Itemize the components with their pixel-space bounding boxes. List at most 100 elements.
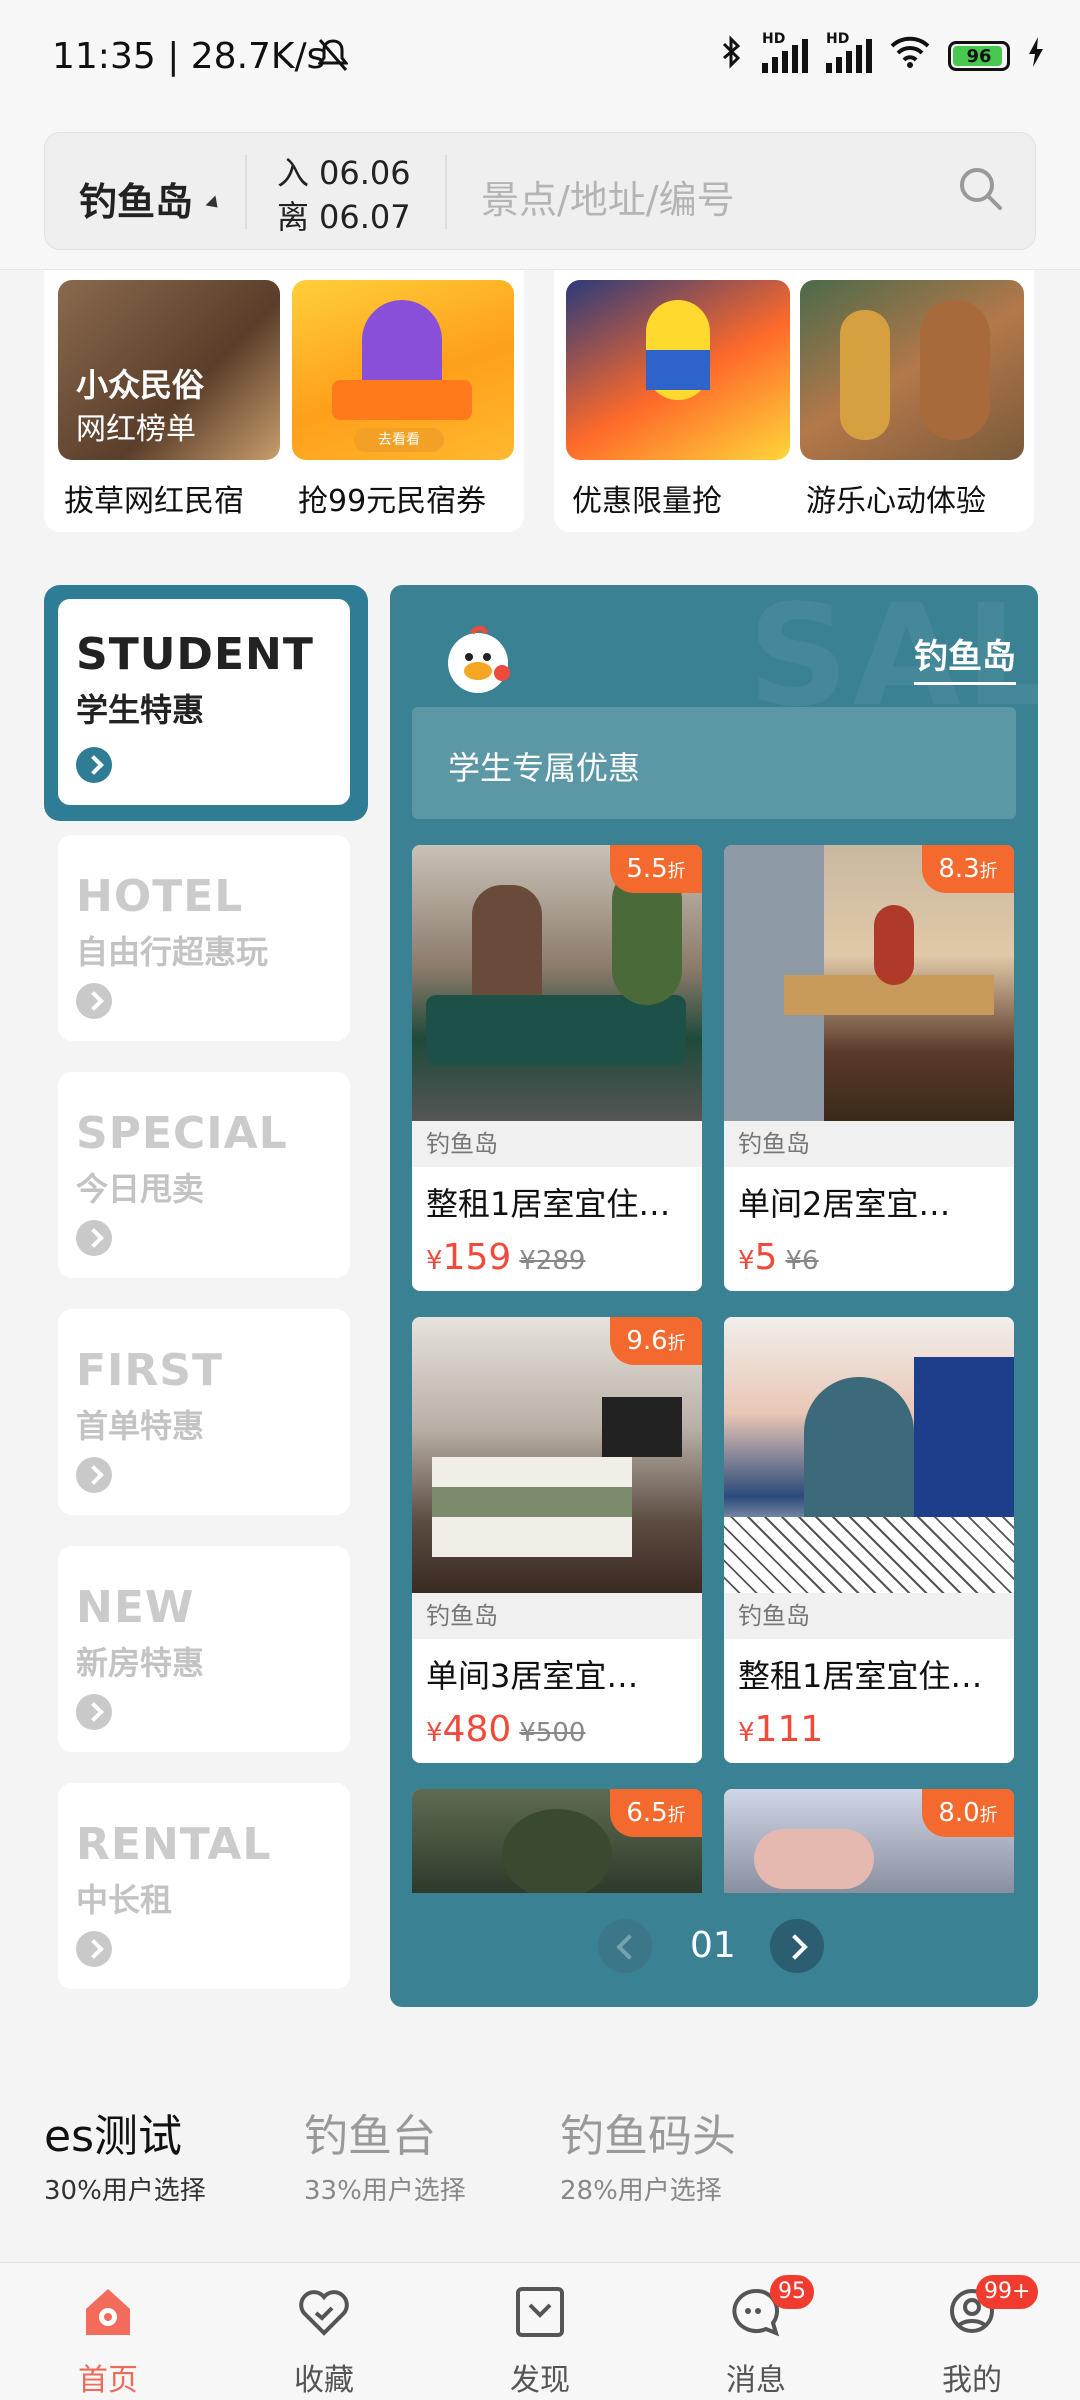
card-group-left: 小众民俗 网红榜单 去看看 拔草网红民宿 抢99元民宿券: [44, 270, 524, 532]
search-icon[interactable]: [957, 165, 1003, 211]
nav-item-en: HOTEL: [76, 871, 244, 922]
destination-tabs: es测试 30%用户选择 钓鱼台 33%用户选择 钓鱼码头 28%用户选择: [0, 2100, 1080, 2220]
product-card[interactable]: 8.3折 钓鱼岛 单间2居室宜… ¥5 ¥6: [724, 845, 1014, 1291]
nav-item-cn: 学生特惠: [76, 691, 205, 729]
nav-item-en: NEW: [76, 1582, 195, 1633]
next-page-button[interactable]: [770, 1919, 824, 1973]
signal-icon-2: HD: [826, 31, 872, 73]
product-card[interactable]: 钓鱼岛 整租1居室宜住… ¥111: [724, 1317, 1014, 1763]
chevron-right-icon: [76, 1457, 112, 1493]
nav-item-cn: 今日甩卖: [76, 1170, 205, 1208]
pager: 01: [390, 1915, 1038, 1975]
card-thumb-deal[interactable]: [566, 280, 790, 460]
charging-icon: [1028, 37, 1044, 75]
tab-profile[interactable]: 99+ 我的: [892, 2263, 1052, 2400]
card-badge-title: 小众民俗: [76, 366, 205, 404]
nav-item-student[interactable]: STUDENT 学生特惠: [44, 585, 368, 821]
card-group-right: 优惠限量抢 游乐心动体验: [554, 270, 1034, 532]
product-location: 钓鱼岛: [412, 1121, 702, 1167]
discount-badge: 9.6折: [610, 1317, 702, 1365]
nav-item-en: STUDENT: [76, 629, 314, 680]
tab-label: 消息: [726, 2363, 786, 2398]
tab-home[interactable]: 首页: [28, 2263, 188, 2400]
city-selector[interactable]: 钓鱼岛: [79, 171, 193, 226]
tab-label: 收藏: [294, 2363, 354, 2398]
signal-icon: HD: [762, 31, 808, 73]
destination-pct: 33%用户选择: [304, 2176, 466, 2206]
product-title: 整租1居室宜住…: [426, 1185, 671, 1223]
bluetooth-icon: [720, 34, 744, 78]
product-card[interactable]: 5.5折 钓鱼岛 整租1居室宜住… ¥159 ¥289: [412, 845, 702, 1291]
mascot-icon: [442, 625, 514, 697]
product-card[interactable]: 9.6折 钓鱼岛 单间3居室宜… ¥480 ¥500: [412, 1317, 702, 1763]
panel-banner-text: 学生专属优惠: [448, 749, 641, 787]
product-price: ¥480 ¥500: [426, 1709, 586, 1750]
panel-city-link[interactable]: 钓鱼岛: [914, 629, 1016, 685]
tab-label: 首页: [78, 2363, 138, 2398]
nav-item-en: SPECIAL: [76, 1108, 288, 1159]
card-thumb-fun[interactable]: [800, 280, 1024, 460]
search-bar[interactable]: 钓鱼岛 入 06.06 离 06.07 景点/地址/编号: [44, 132, 1036, 250]
card-caption[interactable]: 抢99元民宿券: [298, 476, 486, 520]
page-number: 01: [690, 1925, 736, 1966]
destination-tab[interactable]: es测试 30%用户选择: [44, 2100, 206, 2207]
destination-tab[interactable]: 钓鱼码头 28%用户选择: [560, 2100, 736, 2207]
chevron-right-icon: [76, 1931, 112, 1967]
unread-badge: 99+: [976, 2275, 1039, 2309]
card-thumb-bnb[interactable]: 小众民俗 网红榜单: [58, 280, 280, 460]
nav-item-en: FIRST: [76, 1345, 224, 1396]
product-old-price: ¥500: [519, 1718, 586, 1748]
card-badge-sub: 网红榜单: [76, 412, 196, 447]
product-price: ¥5 ¥6: [738, 1237, 819, 1278]
nav-item-hotel[interactable]: HOTEL 自由行超惠玩: [58, 835, 350, 1041]
product-card[interactable]: 8.0折: [724, 1789, 1014, 1893]
product-location: 钓鱼岛: [724, 1593, 1014, 1639]
destination-pct: 28%用户选择: [560, 2176, 722, 2206]
tab-favorites[interactable]: 收藏: [244, 2263, 404, 2400]
product-image: [724, 1317, 1014, 1593]
promo-panel: SAL 钓鱼岛 学生专属优惠 5.5折 钓鱼岛 整租1居室宜住… ¥159 ¥28…: [390, 585, 1038, 2007]
tab-messages[interactable]: 95 消息: [676, 2263, 836, 2400]
tab-discover[interactable]: 发现: [460, 2263, 620, 2400]
card-thumb-coupon[interactable]: 去看看: [292, 280, 514, 460]
card-caption[interactable]: 拔草网红民宿: [64, 476, 244, 520]
destination-name: 钓鱼台: [304, 2111, 436, 2162]
mute-icon: [316, 38, 350, 72]
date-selector[interactable]: 入 06.06 离 06.07: [277, 151, 411, 239]
product-card[interactable]: 6.5折: [412, 1789, 702, 1893]
checkin-date: 06.06: [319, 154, 411, 192]
product-title: 整租1居室宜住…: [738, 1657, 983, 1695]
unread-badge: 95: [770, 2275, 814, 2309]
search-input[interactable]: 景点/地址/编号: [481, 169, 735, 224]
nav-item-cn: 中长租: [76, 1881, 173, 1919]
bottom-tab-bar: 首页 收藏 发现 95 消息 99+ 我的: [0, 2262, 1080, 2400]
battery-icon: 96: [948, 41, 1010, 71]
card-caption[interactable]: 游乐心动体验: [806, 476, 986, 520]
top-card-strip: 小众民俗 网红榜单 去看看 拔草网红民宿 抢99元民宿券 优惠限量抢 游乐心动体…: [0, 270, 1080, 540]
nav-item-cn: 自由行超惠玩: [76, 933, 269, 971]
nav-item-rental[interactable]: RENTAL 中长租: [58, 1783, 350, 1989]
product-location: 钓鱼岛: [412, 1593, 702, 1639]
product-price: ¥111: [738, 1709, 824, 1750]
destination-tab[interactable]: 钓鱼台 33%用户选择: [304, 2100, 466, 2207]
card-caption[interactable]: 优惠限量抢: [572, 476, 722, 520]
checkout-date: 06.07: [319, 198, 411, 236]
product-title: 单间2居室宜…: [738, 1185, 951, 1223]
tab-label: 我的: [942, 2363, 1002, 2398]
home-icon: [80, 2285, 136, 2339]
search-header: 钓鱼岛 入 06.06 离 06.07 景点/地址/编号: [0, 120, 1080, 270]
discount-badge: 6.5折: [610, 1789, 702, 1837]
discover-icon: [512, 2285, 568, 2339]
divider: [445, 155, 447, 229]
chevron-right-icon: [76, 1694, 112, 1730]
status-bar: 11:35 | 28.7K/s HD HD 96: [0, 0, 1080, 120]
chevron-right-icon: [76, 983, 112, 1019]
prev-page-button[interactable]: [598, 1919, 652, 1973]
nav-item-first[interactable]: FIRST 首单特惠: [58, 1309, 350, 1515]
chevron-right-icon: [76, 1220, 112, 1256]
product-title: 单间3居室宜…: [426, 1657, 639, 1695]
nav-item-new[interactable]: NEW 新房特惠: [58, 1546, 350, 1752]
nav-item-special[interactable]: SPECIAL 今日甩卖: [58, 1072, 350, 1278]
card-pill: 去看看: [354, 428, 444, 452]
nav-item-cn: 新房特惠: [76, 1644, 205, 1682]
